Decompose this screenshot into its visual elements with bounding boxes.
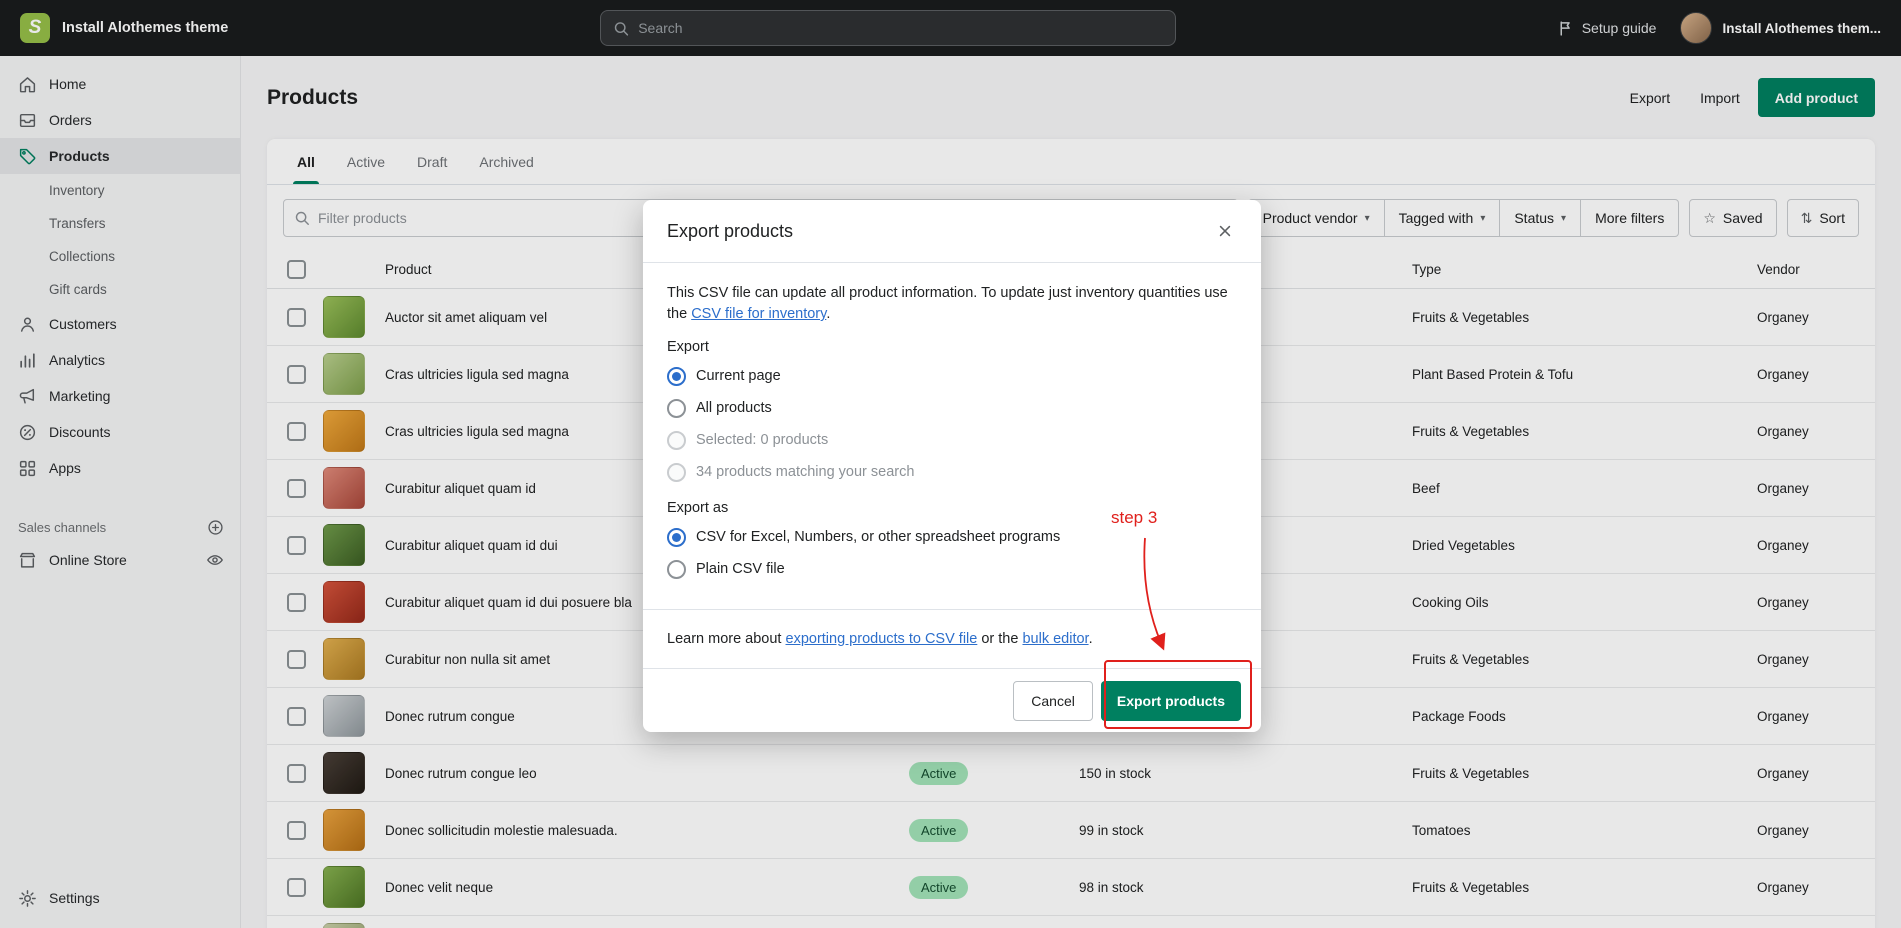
radio-option[interactable]: Plain CSV file	[667, 557, 1237, 581]
modal-title: Export products	[667, 221, 793, 242]
radio-icon	[667, 528, 686, 547]
radio-option[interactable]: CSV for Excel, Numbers, or other spreads…	[667, 525, 1237, 549]
radio-option[interactable]: All products	[667, 396, 1237, 420]
export-as-options: CSV for Excel, Numbers, or other spreads…	[667, 525, 1237, 581]
export-section-label: Export	[667, 339, 1237, 355]
export-options: Current page All products Selected: 0 prod…	[667, 364, 1237, 484]
radio-icon	[667, 463, 686, 482]
bulk-editor-link[interactable]: bulk editor	[1022, 631, 1088, 647]
step-annotation-label: step 3	[1111, 508, 1157, 528]
radio-icon	[667, 367, 686, 386]
export-csv-help-link[interactable]: exporting products to CSV file	[786, 631, 978, 647]
learn-more-text: Learn more about exporting products to C…	[643, 610, 1261, 668]
export-products-button[interactable]: Export products	[1101, 681, 1241, 721]
csv-inventory-link[interactable]: CSV file for inventory	[691, 306, 826, 322]
radio-option[interactable]: Current page	[667, 364, 1237, 388]
cancel-button[interactable]: Cancel	[1013, 681, 1093, 721]
export-products-modal: Export products This CSV file can update…	[643, 200, 1261, 732]
radio-option[interactable]: 34 products matching your search	[667, 460, 1237, 484]
modal-description: This CSV file can update all product inf…	[667, 283, 1237, 325]
close-icon[interactable]	[1213, 219, 1237, 243]
radio-icon	[667, 399, 686, 418]
radio-option[interactable]: Selected: 0 products	[667, 428, 1237, 452]
radio-icon	[667, 431, 686, 450]
radio-icon	[667, 560, 686, 579]
